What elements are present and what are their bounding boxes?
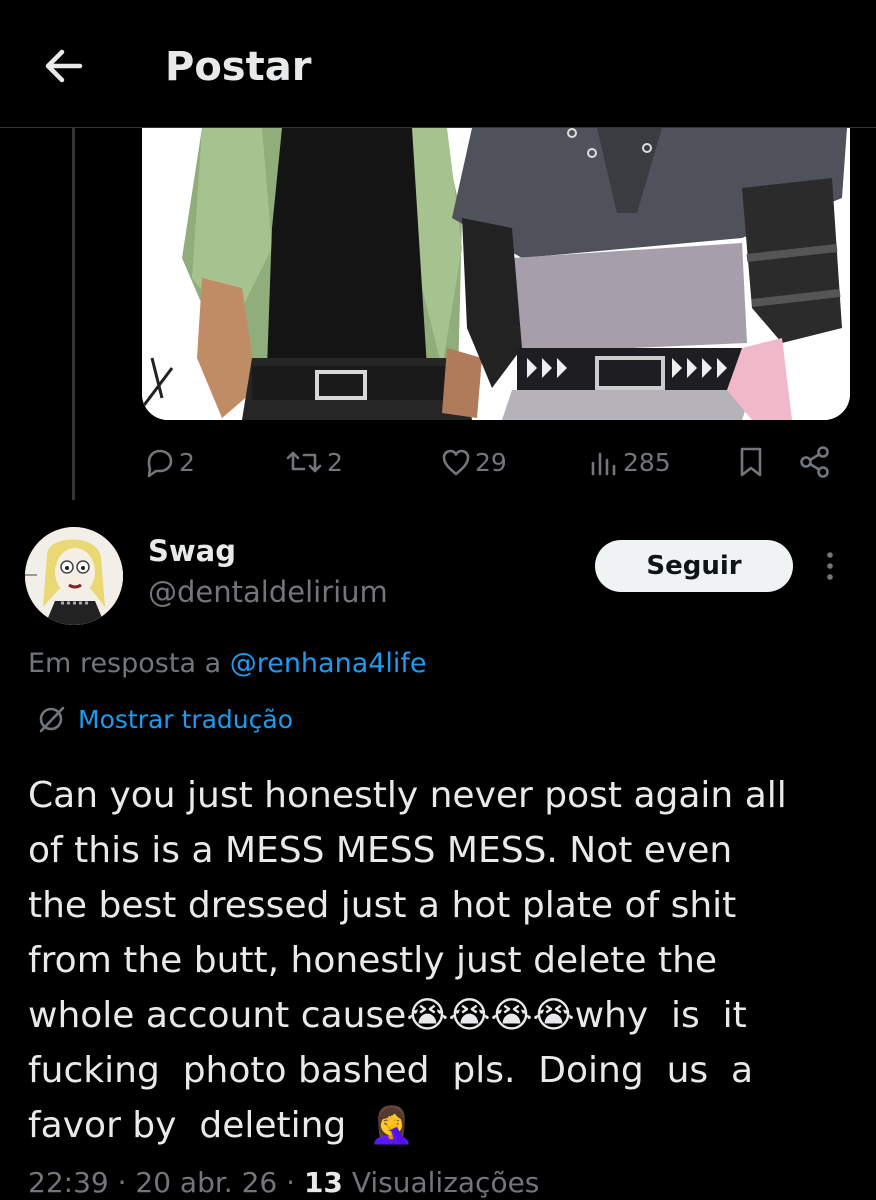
repost-button[interactable]: 2 [284, 440, 343, 484]
views-button[interactable]: 285 [588, 440, 671, 484]
views-count: 285 [623, 447, 671, 477]
illustration-image [142, 128, 850, 420]
bookmark-icon [740, 447, 762, 477]
post-image[interactable] [142, 128, 850, 420]
share-button[interactable] [798, 440, 832, 484]
reply-prefix: Em resposta a [28, 648, 230, 679]
show-translation-link[interactable]: Mostrar tradução [36, 704, 293, 734]
views-total: 13 [303, 1166, 343, 1199]
views-label: Visualizações [351, 1166, 540, 1199]
arrow-left-icon [45, 49, 83, 83]
top-bar: Postar [0, 0, 876, 128]
post-date[interactable]: 20 abr. 26 [135, 1166, 277, 1199]
post-actions-bar: 2 2 29 285 [142, 440, 842, 484]
avatar[interactable] [25, 527, 123, 625]
like-count: 29 [475, 447, 507, 477]
like-button[interactable]: 29 [440, 440, 507, 484]
bookmark-button[interactable] [736, 440, 766, 484]
post-meta: 22:39 · 20 abr. 26 · 13 Visualizações [28, 1166, 540, 1199]
reply-button[interactable]: 2 [142, 440, 195, 484]
back-button[interactable] [40, 42, 88, 90]
follow-button[interactable]: Seguir [595, 540, 793, 592]
reply-mention-link[interactable]: @renhana4life [230, 648, 427, 679]
page-title: Postar [165, 44, 312, 90]
author-handle[interactable]: @dentaldelirium [148, 575, 388, 609]
author-name[interactable]: Swag [148, 534, 236, 568]
share-icon [800, 446, 829, 478]
avatar-image [25, 527, 123, 625]
thread-connector-line [72, 128, 75, 500]
more-vertical-icon [827, 552, 833, 580]
reply-count: 2 [179, 447, 195, 477]
heart-icon [442, 449, 470, 476]
show-translation-label: Mostrar tradução [78, 704, 293, 734]
repost-icon [286, 451, 322, 473]
analytics-icon [591, 452, 616, 476]
replying-to: Em resposta a @renhana4life [28, 648, 427, 679]
post-time[interactable]: 22:39 [28, 1166, 109, 1199]
translate-icon [39, 706, 65, 733]
reply-icon [147, 449, 173, 478]
repost-count: 2 [327, 447, 343, 477]
post-text: Can you just honestly never post again a… [28, 775, 787, 1146]
more-options-button[interactable] [816, 545, 844, 589]
